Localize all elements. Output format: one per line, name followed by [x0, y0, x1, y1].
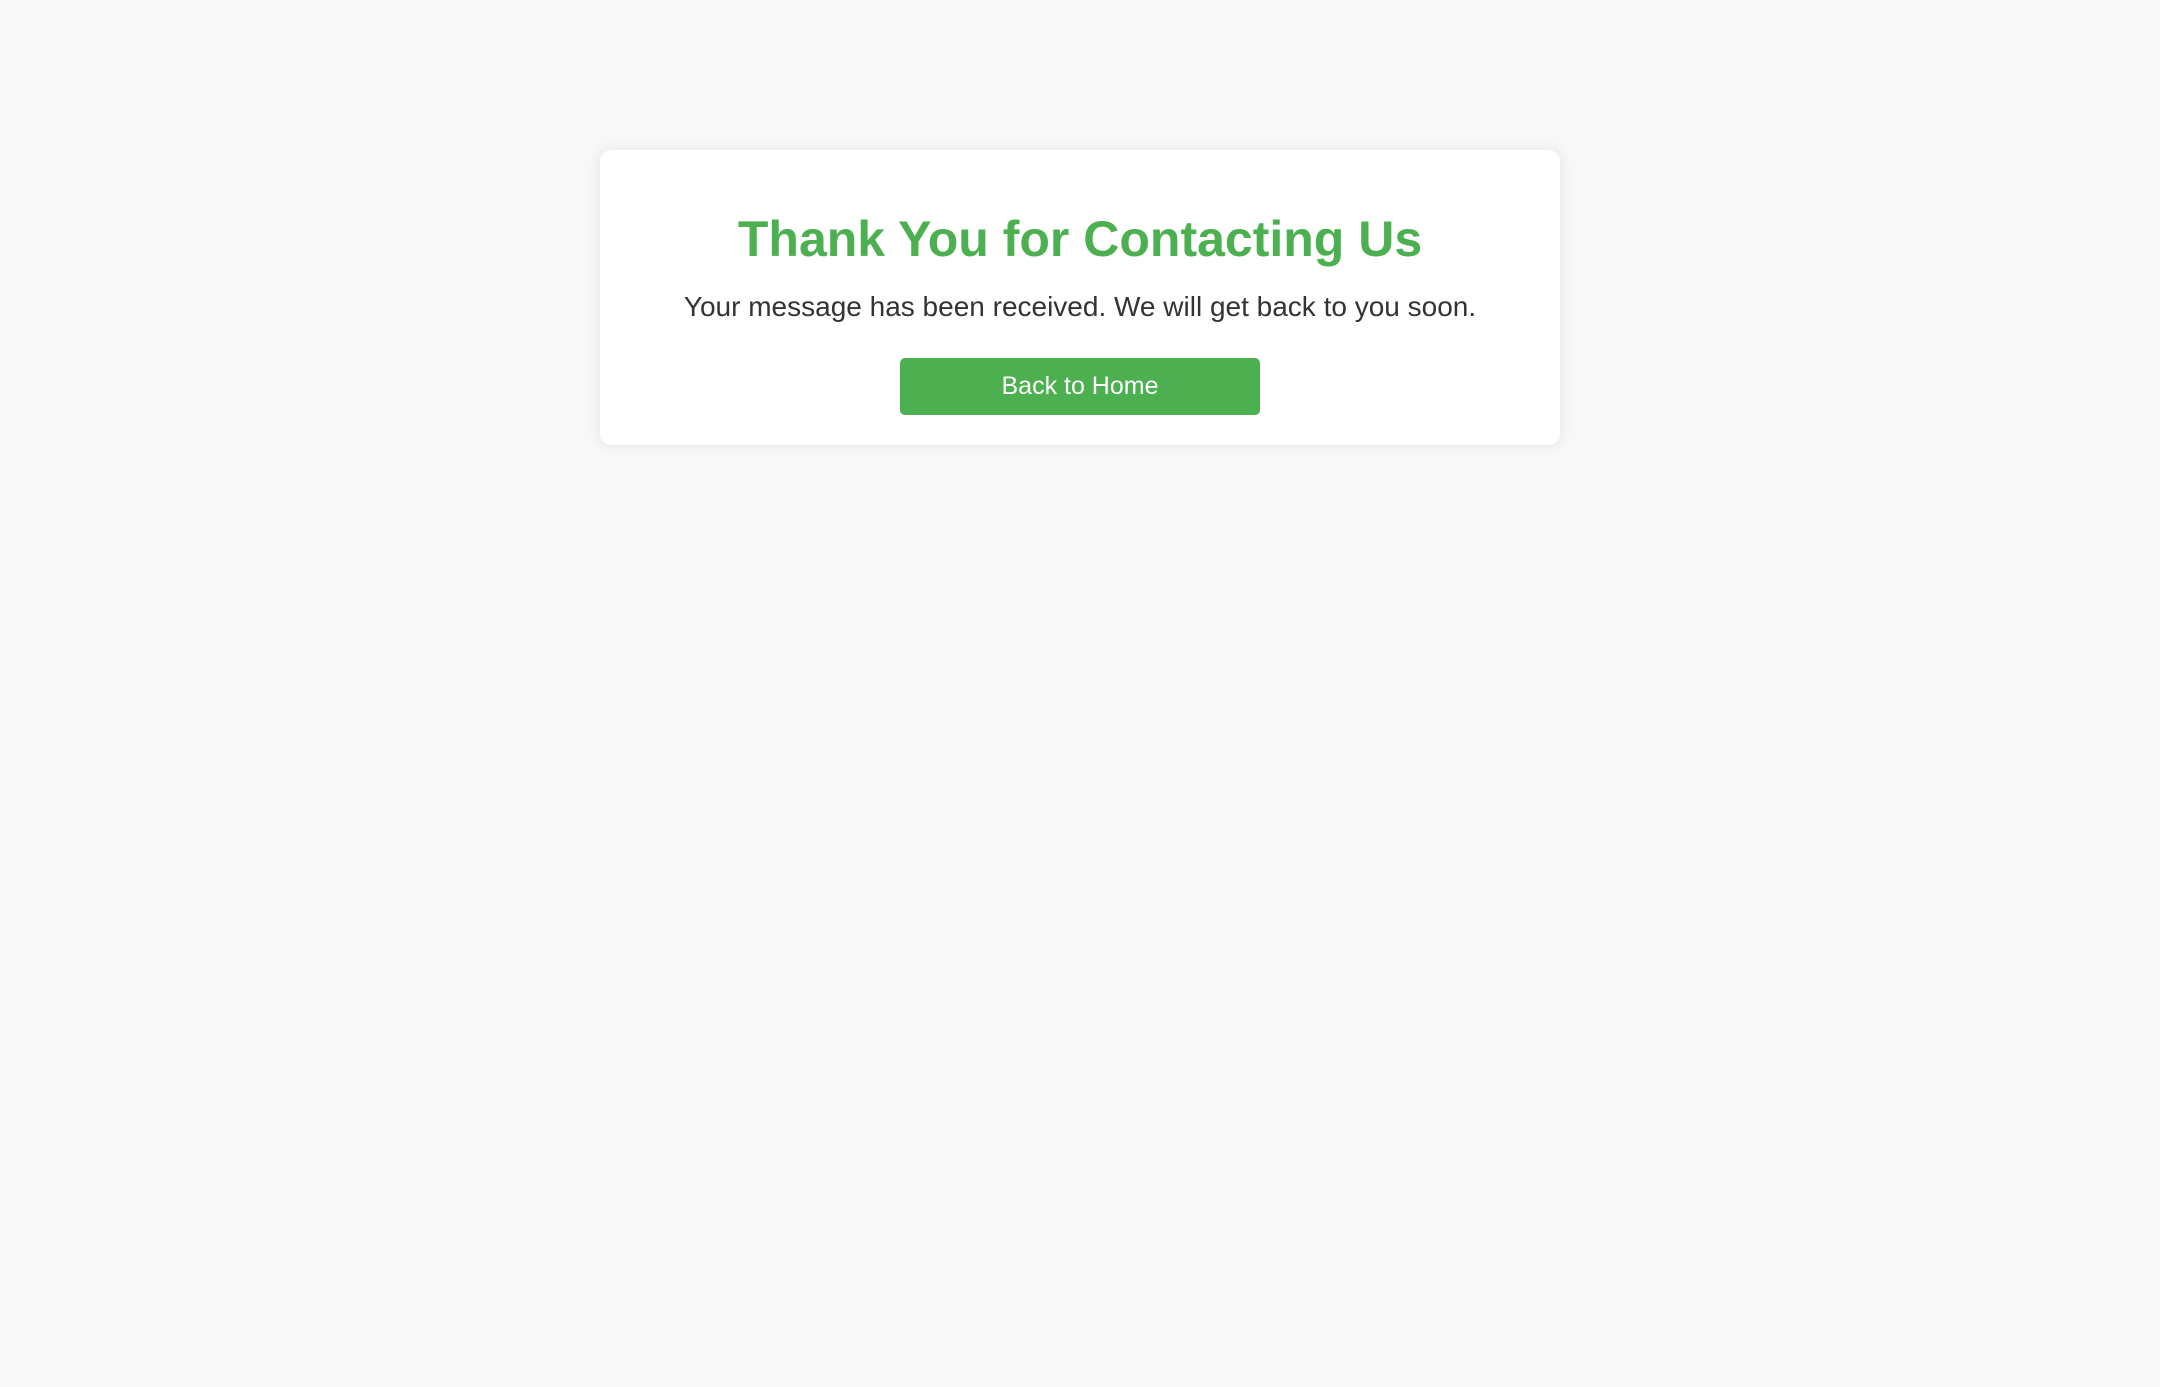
back-to-home-button[interactable]: Back to Home	[900, 358, 1260, 415]
confirmation-message: Your message has been received. We will …	[683, 291, 1477, 322]
page-title: Thank You for Contacting Us	[737, 211, 1423, 267]
page: { "confirmation": { "title": "Thank You …	[0, 0, 2160, 1387]
confirmation-card: Thank You for Contacting Us Your message…	[600, 150, 1560, 445]
